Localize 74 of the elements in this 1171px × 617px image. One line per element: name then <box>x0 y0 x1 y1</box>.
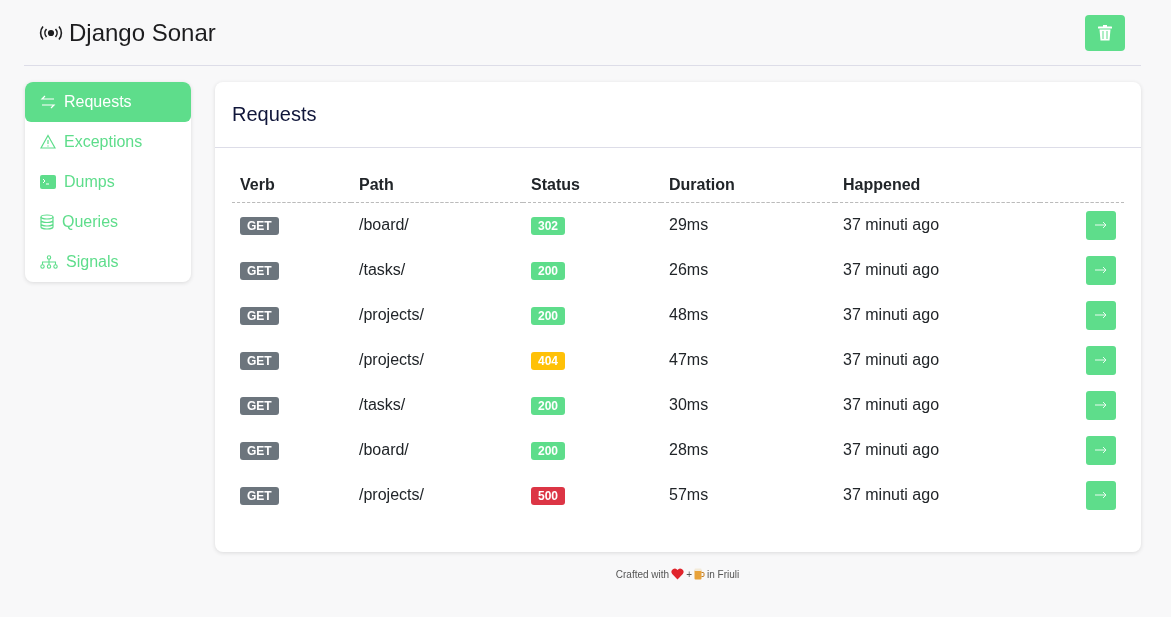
table-cell-text: /projects/ <box>358 305 425 325</box>
table-cell-text: 37 minuti ago <box>842 260 941 280</box>
status-badge: 500 <box>531 486 566 505</box>
status-badge: 200 <box>531 306 566 325</box>
verb-badge: GET <box>240 486 279 505</box>
table-cell-text: /tasks/ <box>358 395 407 415</box>
warning-icon <box>40 134 56 150</box>
status-badge: 302 <box>531 216 566 235</box>
hierarchy-icon <box>40 255 58 269</box>
database-icon <box>40 214 54 230</box>
terminal-icon <box>40 175 56 189</box>
app-title: Django Sonar <box>69 18 216 47</box>
table-cell-text: /projects/ <box>358 485 425 505</box>
table-cell-text: 57ms <box>668 485 710 505</box>
beer-icon <box>694 568 705 580</box>
trash-icon <box>1098 24 1112 41</box>
footer-text: + <box>686 568 692 580</box>
table-cell-text: /tasks/ <box>358 260 407 280</box>
delete-button[interactable] <box>1085 14 1125 51</box>
column-header: Happened <box>835 166 1040 203</box>
open-button[interactable] <box>1086 435 1116 465</box>
open-button[interactable] <box>1086 210 1116 240</box>
table-cell-text: 37 minuti ago <box>842 350 941 370</box>
status-badge: 404 <box>531 351 566 370</box>
arrows-icon <box>40 94 56 110</box>
table-cell-text: 28ms <box>668 440 710 460</box>
heart-icon <box>671 568 685 580</box>
verb-badge: GET <box>240 351 279 370</box>
verb-badge: GET <box>240 261 279 280</box>
sidebar-item[interactable]: Queries <box>25 202 191 242</box>
column-header: Verb <box>232 166 351 203</box>
arrow-right-icon <box>1095 311 1107 319</box>
table-cell-text: 37 minuti ago <box>842 305 941 325</box>
sidebar-item[interactable]: Requests <box>25 82 191 122</box>
status-badge: 200 <box>531 396 566 415</box>
status-badge: 200 <box>531 261 566 280</box>
table-cell: /board/ <box>351 202 523 248</box>
footer-text: Crafted with <box>615 568 670 580</box>
arrow-right-icon <box>1095 266 1107 274</box>
broadcast-icon <box>39 24 63 41</box>
arrow-right-icon <box>1095 491 1107 499</box>
verb-badge: GET <box>240 216 279 235</box>
table-cell-text: /projects/ <box>358 350 425 370</box>
sidebar-item[interactable]: Exceptions <box>25 122 191 162</box>
column-header: Status <box>523 166 661 203</box>
table-cell-text: 47ms <box>668 350 710 370</box>
table-cell-text: 37 minuti ago <box>842 485 941 505</box>
open-button[interactable] <box>1086 480 1116 510</box>
card-title: Requests <box>232 103 317 126</box>
table-cell-text: 26ms <box>668 260 710 280</box>
open-button[interactable] <box>1086 255 1116 285</box>
column-header: Path <box>351 166 523 203</box>
table-cell-text: /board/ <box>358 440 410 460</box>
table-cell-text: 30ms <box>668 395 710 415</box>
open-button[interactable] <box>1086 300 1116 330</box>
table-cell-text: 37 minuti ago <box>842 440 941 460</box>
arrow-right-icon <box>1095 221 1107 230</box>
table-cell: 37 minuti ago <box>835 202 1040 248</box>
verb-badge: GET <box>240 306 279 325</box>
table-cell-text: 48ms <box>668 305 710 325</box>
arrow-right-icon <box>1095 446 1107 454</box>
verb-badge: GET <box>240 441 279 460</box>
footer-text: in Friuli <box>707 568 740 580</box>
arrow-right-icon <box>1095 401 1107 409</box>
table-cell-text: 37 minuti ago <box>842 395 941 415</box>
verb-badge: GET <box>240 396 279 415</box>
open-button[interactable] <box>1086 345 1116 375</box>
table-cell: 29ms <box>661 202 835 248</box>
status-badge: 200 <box>531 441 566 460</box>
column-header: Duration <box>661 166 835 203</box>
sidebar-item[interactable]: Dumps <box>25 162 191 202</box>
open-button[interactable] <box>1086 390 1116 420</box>
sidebar-item[interactable]: Signals <box>25 242 191 282</box>
arrow-right-icon <box>1095 356 1107 364</box>
